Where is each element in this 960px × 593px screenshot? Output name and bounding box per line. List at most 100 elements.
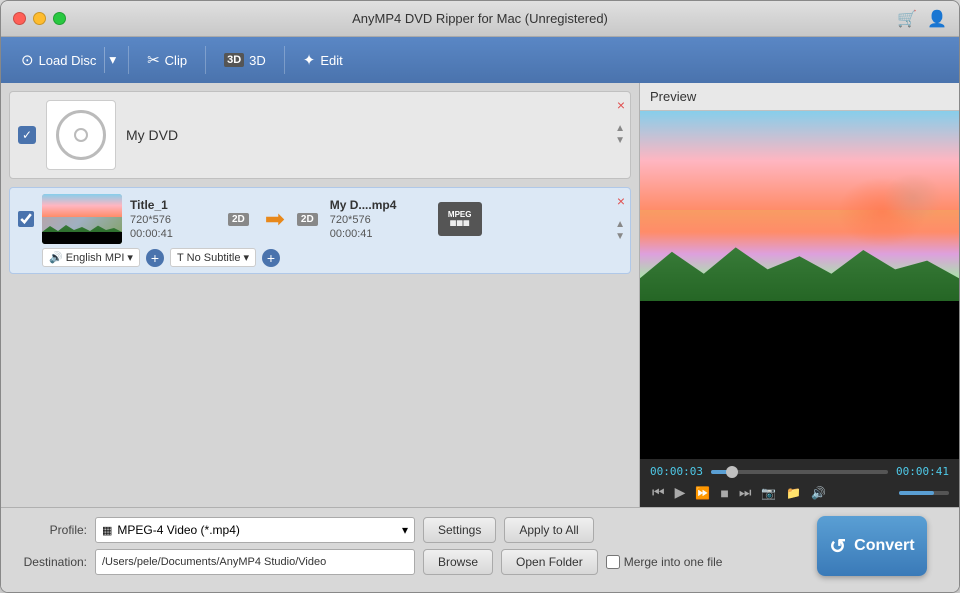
apply-to-all-button[interactable]: Apply to All [504, 517, 593, 543]
output-badge-2d: 2D [297, 213, 318, 226]
maximize-button[interactable] [53, 12, 66, 25]
subtitle-value: No Subtitle [187, 252, 241, 264]
title-name: Title_1 [130, 198, 220, 212]
user-icon[interactable]: 👤 [927, 9, 947, 29]
edit-label: Edit [320, 53, 342, 68]
title-arrow-down[interactable]: ▼ [615, 232, 625, 242]
preview-timeline: 00:00:03 00:00:41 [650, 465, 949, 478]
open-folder-button[interactable]: Open Folder [501, 549, 598, 575]
stop-button[interactable]: ■ [718, 485, 730, 501]
3d-button[interactable]: 3D 3D [214, 48, 276, 73]
title-checkbox[interactable] [18, 211, 34, 227]
disc-inner [74, 128, 88, 142]
merge-label: Merge into one file [606, 555, 723, 569]
profile-value: MPEG-4 Video (*.mp4) [117, 523, 240, 537]
preview-controls: 00:00:03 00:00:41 ⏮ ▶ ⏩ ■ ⏭ 📷 📁 🔊 [640, 459, 959, 507]
fast-forward-button[interactable]: ⏩ [693, 486, 712, 500]
bottom-left: Profile: ▦ MPEG-4 Video (*.mp4) ▾ Settin… [17, 517, 801, 575]
profile-label: Profile: [17, 523, 87, 537]
preview-header: Preview [640, 83, 959, 111]
play-button[interactable]: ▶ [673, 484, 688, 501]
thumb-overlay [42, 232, 122, 244]
volume-button[interactable]: 🔊 [809, 486, 828, 500]
skip-back-button[interactable]: ⏮ [650, 484, 667, 501]
time-current: 00:00:03 [650, 465, 703, 478]
output-duration: 00:00:41 [330, 228, 430, 240]
merge-checkbox[interactable] [606, 555, 620, 569]
video-cloud2 [883, 173, 943, 223]
screenshot-button[interactable]: 📷 [759, 486, 778, 500]
edit-icon: ✦ [303, 51, 316, 69]
cart-icon[interactable]: 🛒 [897, 9, 917, 29]
audio-icon: 🔊 [49, 251, 63, 264]
timeline-scrubber[interactable] [711, 470, 888, 474]
window-title: AnyMP4 DVD Ripper for Mac (Unregistered) [352, 11, 608, 26]
audio-value: English MPI [66, 252, 125, 264]
destination-input[interactable] [95, 549, 415, 575]
video-frame [640, 111, 959, 331]
dvd-name: My DVD [126, 127, 622, 143]
load-disc-button[interactable]: ⊙ Load Disc [13, 46, 104, 74]
subtitle-select[interactable]: T No Subtitle ▾ [170, 248, 256, 267]
convert-label: Convert [854, 537, 914, 555]
profile-grid-icon: ▦ [102, 524, 112, 537]
minimize-button[interactable] [33, 12, 46, 25]
preview-video [640, 111, 959, 459]
output-name: My D....mp4 [330, 198, 430, 212]
output-resolution: 720*576 [330, 214, 430, 226]
preview-buttons: ⏮ ▶ ⏩ ■ ⏭ 📷 📁 🔊 [650, 484, 949, 501]
load-disc-icon: ⊙ [21, 51, 34, 69]
audio-select[interactable]: 🔊 English MPI ▾ [42, 248, 140, 267]
volume-slider[interactable] [899, 491, 949, 495]
toolbar-separator-1 [128, 46, 129, 74]
window-controls[interactable] [13, 12, 66, 25]
convert-arrow-icon: ➡ [265, 205, 285, 234]
convert-icon: ↺ [829, 534, 846, 559]
title-bar-actions: 🛒 👤 [897, 9, 947, 29]
title-close-button[interactable]: × [617, 193, 625, 209]
output-settings-button[interactable]: MPEG ▦▦▦ [438, 202, 482, 236]
folder-button[interactable]: 📁 [784, 486, 803, 500]
toolbar-separator-3 [284, 46, 285, 74]
dvd-checkbox[interactable]: ✓ [18, 126, 36, 144]
clip-label: Clip [165, 53, 187, 68]
preview-panel: Preview 00:00:03 0 [639, 83, 959, 507]
skip-forward-button[interactable]: ⏭ [737, 484, 754, 501]
audio-chevron-icon: ▾ [127, 251, 133, 264]
title-item-bottom: 🔊 English MPI ▾ + T No Subtitle ▾ + [18, 248, 622, 267]
thumb-sky [42, 194, 122, 217]
time-total: 00:00:41 [896, 465, 949, 478]
bottom-bar: Profile: ▦ MPEG-4 Video (*.mp4) ▾ Settin… [1, 507, 959, 592]
dvd-item: ✓ My DVD × ▲ ▼ [9, 91, 631, 179]
title-thumbnail [42, 194, 122, 244]
destination-row: Destination: Browse Open Folder Merge in… [17, 549, 801, 575]
title-resolution: 720*576 [130, 214, 220, 226]
title-item: Title_1 720*576 00:00:41 2D ➡ 2D My D...… [9, 187, 631, 274]
title-arrow-up[interactable]: ▲ [615, 220, 625, 230]
edit-button[interactable]: ✦ Edit [293, 46, 353, 74]
profile-select[interactable]: ▦ MPEG-4 Video (*.mp4) ▾ [95, 517, 415, 543]
close-button[interactable] [13, 12, 26, 25]
load-disc-dropdown[interactable]: ▾ [104, 47, 120, 73]
dvd-disc-icon [46, 100, 116, 170]
title-info: Title_1 720*576 00:00:41 [130, 198, 220, 240]
settings-button[interactable]: Settings [423, 517, 496, 543]
dvd-close-button[interactable]: × [617, 97, 625, 113]
add-subtitle-button[interactable]: + [262, 249, 280, 267]
clip-button[interactable]: ✂ Clip [137, 46, 197, 74]
bottom-content: Profile: ▦ MPEG-4 Video (*.mp4) ▾ Settin… [17, 516, 943, 576]
profile-row: Profile: ▦ MPEG-4 Video (*.mp4) ▾ Settin… [17, 517, 801, 543]
dvd-arrow-down[interactable]: ▼ [615, 136, 625, 146]
convert-button[interactable]: ↺ Convert [817, 516, 927, 576]
toolbar-separator-2 [205, 46, 206, 74]
dvd-arrow-up[interactable]: ▲ [615, 124, 625, 134]
add-audio-button[interactable]: + [146, 249, 164, 267]
title-item-arrows: ▲ ▼ [615, 220, 625, 242]
volume-fill [899, 491, 934, 495]
left-panel: ✓ My DVD × ▲ ▼ [1, 83, 639, 507]
browse-button[interactable]: Browse [423, 549, 493, 575]
destination-label: Destination: [17, 555, 87, 569]
disc-circle [56, 110, 106, 160]
load-disc-group: ⊙ Load Disc ▾ [13, 46, 120, 74]
output-settings-icon: MPEG ▦▦▦ [448, 211, 472, 227]
